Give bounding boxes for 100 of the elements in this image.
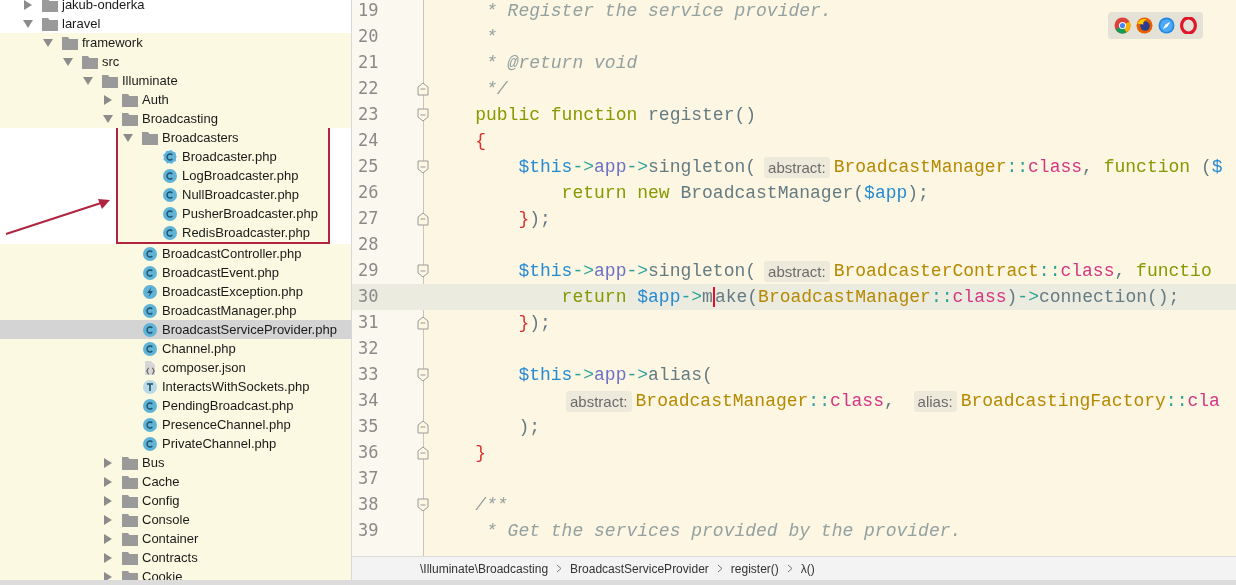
- folder-label[interactable]: laravel: [62, 13, 101, 34]
- safari-icon[interactable]: [1158, 17, 1175, 34]
- collapse-arrow-icon[interactable]: [22, 17, 34, 30]
- folder-label[interactable]: Auth: [142, 89, 169, 110]
- folder-icon: [122, 455, 138, 470]
- code-text: /**: [474, 493, 508, 517]
- line-number: 35: [357, 415, 380, 439]
- folder-icon: [122, 531, 138, 546]
- line-number: 31: [357, 311, 380, 335]
- code-text: */: [485, 77, 508, 101]
- breadcrumb-item[interactable]: BroadcastServiceProvider: [570, 559, 709, 578]
- folder-icon: [122, 550, 138, 565]
- folder-label[interactable]: Container: [142, 528, 199, 549]
- code-text: * Get the services provided by the provider.: [485, 519, 962, 543]
- line-number: 38: [357, 493, 380, 517]
- folder-label[interactable]: framework: [82, 32, 143, 53]
- folder-label[interactable]: jakub-onderka: [62, 0, 145, 15]
- expand-arrow-icon[interactable]: [102, 551, 114, 564]
- code-text: ake(BroadcastManager::class)->connection();: [714, 285, 1180, 309]
- fold-marker-icon[interactable]: [417, 212, 429, 226]
- folder-label[interactable]: Illuminate: [122, 70, 178, 91]
- fold-marker-icon[interactable]: [417, 108, 429, 122]
- fold-marker-icon[interactable]: [417, 316, 429, 330]
- code-text: {: [474, 129, 486, 153]
- folder-label[interactable]: src: [102, 51, 120, 72]
- class-icon: [142, 340, 158, 357]
- expand-arrow-icon[interactable]: [102, 456, 114, 469]
- folder-label[interactable]: Config: [142, 490, 180, 511]
- chevron-icon: [556, 564, 563, 573]
- line-number: 24: [357, 129, 380, 153]
- expand-arrow-icon[interactable]: [102, 532, 114, 545]
- expand-arrow-icon[interactable]: [102, 494, 114, 507]
- expand-arrow-icon[interactable]: [102, 93, 114, 106]
- collapse-arrow-icon[interactable]: [102, 112, 114, 125]
- folder-icon: [122, 474, 138, 489]
- class-icon: [162, 186, 178, 203]
- parameter-hint: abstract:: [764, 260, 830, 282]
- folder-icon: [142, 130, 158, 145]
- chrome-icon[interactable]: [1114, 17, 1131, 34]
- line-number: 23: [357, 103, 380, 127]
- collapse-arrow-icon[interactable]: [122, 131, 134, 144]
- collapse-arrow-icon[interactable]: [42, 36, 54, 49]
- code-text: $this->app->singleton(: [517, 155, 757, 179]
- folder-label[interactable]: Cookie: [142, 566, 183, 580]
- line-number: 39: [357, 519, 380, 543]
- folder-icon: [82, 54, 98, 69]
- expand-arrow-icon[interactable]: [102, 475, 114, 488]
- class-icon: [142, 416, 158, 433]
- class-icon: [142, 264, 158, 281]
- line-number: 33: [357, 363, 380, 387]
- class-icon: [142, 435, 158, 452]
- breadcrumb-item[interactable]: \Illuminate\Broadcasting: [420, 559, 549, 578]
- fold-marker-icon[interactable]: [417, 264, 429, 278]
- folder-label[interactable]: Cache: [142, 471, 180, 492]
- fold-marker-icon[interactable]: [417, 446, 429, 460]
- collapse-arrow-icon[interactable]: [62, 55, 74, 68]
- fold-marker-icon[interactable]: [417, 160, 429, 174]
- fold-marker-icon[interactable]: [417, 420, 429, 434]
- parameter-hint: abstract:: [764, 156, 830, 178]
- fold-marker-icon[interactable]: [417, 368, 429, 382]
- chevron-icon: [786, 564, 793, 573]
- text-cursor: [712, 287, 715, 307]
- breadcrumb-item[interactable]: register(): [730, 559, 779, 578]
- line-number: 29: [357, 259, 380, 283]
- line-number: 21: [357, 51, 380, 75]
- class-icon: [162, 167, 178, 184]
- class-icon: [142, 302, 158, 319]
- lightning-icon: [142, 283, 158, 300]
- line-number: 22: [357, 77, 380, 101]
- folder-label[interactable]: Console: [142, 509, 190, 530]
- expand-arrow-icon[interactable]: [102, 513, 114, 526]
- code-text: return $app->m: [560, 285, 713, 309]
- code-text: public function register(): [474, 103, 757, 127]
- line-number: 27: [357, 207, 380, 231]
- class-icon: [142, 245, 158, 262]
- expand-arrow-icon[interactable]: [102, 570, 114, 580]
- code-text: );: [517, 415, 541, 439]
- class-icon: [162, 224, 178, 241]
- firefox-icon[interactable]: [1136, 17, 1153, 34]
- folder-icon: [122, 111, 138, 126]
- chevron-icon: [716, 564, 723, 573]
- code-text: * Register the service provider.: [485, 0, 832, 23]
- fold-marker-icon[interactable]: [417, 498, 429, 512]
- opera-icon[interactable]: [1180, 17, 1197, 34]
- line-number: 37: [357, 467, 380, 491]
- line-number: 26: [357, 181, 380, 205]
- line-number: 28: [357, 233, 380, 257]
- folder-label[interactable]: Bus: [142, 452, 165, 473]
- collapse-arrow-icon[interactable]: [82, 74, 94, 87]
- folder-label[interactable]: Contracts: [142, 547, 198, 568]
- code-text: return new BroadcastManager($app);: [560, 181, 929, 205]
- fold-marker-icon[interactable]: [417, 82, 429, 96]
- folder-icon: [122, 493, 138, 508]
- line-number: 36: [357, 441, 380, 465]
- breadcrumb-item[interactable]: λ(): [800, 559, 815, 578]
- code-text: BroadcasterContract::class, functio: [833, 259, 1212, 283]
- code-text: BroadcastManager::class,: [635, 389, 896, 413]
- code-text: });: [517, 207, 551, 231]
- line-number: 34: [357, 389, 380, 413]
- expand-arrow-icon[interactable]: [22, 0, 34, 11]
